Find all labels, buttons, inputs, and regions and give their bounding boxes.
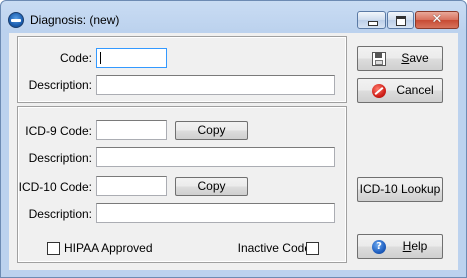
close-button[interactable]: ✕ — [415, 11, 459, 29]
cancel-label: Cancel — [396, 83, 434, 97]
close-icon: ✕ — [431, 12, 443, 27]
icd10-input[interactable] — [96, 176, 167, 196]
save-label: Save — [401, 51, 429, 65]
text-caret — [100, 52, 101, 64]
dialog-window: Diagnosis: (new) ✕ Code: Description: IC… — [0, 0, 467, 278]
dialog-body: Code: Description: ICD-9 Code: Copy Desc… — [9, 33, 458, 270]
minimize-icon — [368, 21, 378, 26]
code-label: Code: — [59, 51, 92, 65]
app-icon[interactable] — [8, 12, 24, 28]
icd10-copy-button[interactable]: Copy — [175, 177, 248, 196]
save-icon — [372, 52, 386, 66]
icd10-label: ICD-10 Code: — [18, 180, 92, 194]
inactive-label[interactable]: Inactive Code — [238, 241, 311, 255]
title-bar[interactable]: Diagnosis: (new) ✕ — [1, 1, 466, 33]
code-group: Code: Description: — [17, 36, 347, 103]
icd10-description-label: Description: — [28, 207, 92, 221]
save-button[interactable]: Save — [357, 46, 443, 71]
icd10-description-input[interactable] — [96, 203, 335, 223]
code-input[interactable] — [96, 48, 167, 68]
minimize-button[interactable] — [357, 11, 386, 29]
hipaa-checkbox[interactable] — [47, 242, 60, 255]
inactive-checkbox[interactable] — [306, 242, 319, 255]
window-title: Diagnosis: (new) — [30, 13, 120, 27]
icd-group: ICD-9 Code: Copy Description: ICD-10 Cod… — [17, 106, 347, 263]
icd9-copy-button[interactable]: Copy — [175, 121, 248, 140]
cancel-button[interactable]: Cancel — [357, 78, 443, 103]
description-label: Description: — [28, 78, 92, 92]
cancel-icon — [372, 84, 386, 98]
icd9-input[interactable] — [96, 120, 167, 140]
help-label: Help — [402, 239, 428, 253]
maximize-icon — [396, 16, 406, 26]
hipaa-label[interactable]: HIPAA Approved — [64, 241, 153, 255]
help-button[interactable]: ? Help — [357, 234, 443, 259]
icd10-lookup-button[interactable]: ICD-10 Lookup — [357, 177, 443, 202]
icd9-description-input[interactable] — [96, 147, 335, 167]
icd9-description-label: Description: — [28, 151, 92, 165]
help-icon: ? — [372, 240, 386, 254]
description-input[interactable] — [96, 75, 335, 95]
icd9-label: ICD-9 Code: — [25, 124, 92, 138]
maximize-button[interactable] — [387, 11, 414, 29]
